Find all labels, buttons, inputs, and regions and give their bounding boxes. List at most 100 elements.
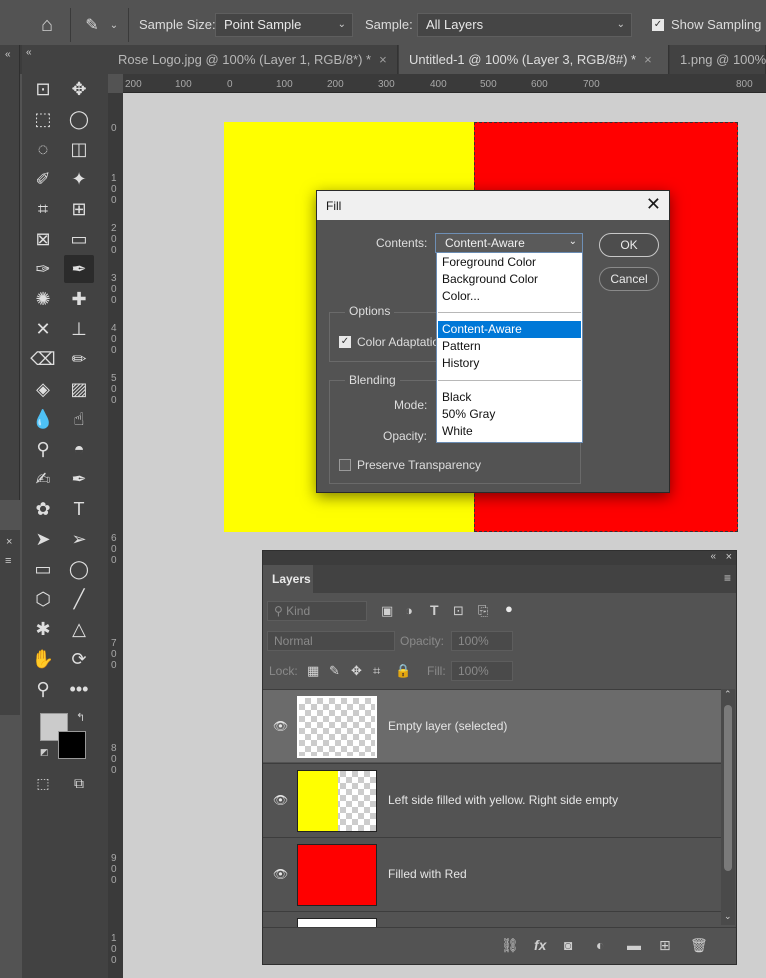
opacity-input[interactable]: 100% — [451, 631, 513, 651]
eye-icon[interactable]: 👁 — [273, 793, 288, 807]
gradient-icon[interactable]: ▨ — [64, 375, 94, 403]
option-content-aware[interactable]: Content-Aware — [438, 321, 581, 338]
quick-select-icon[interactable]: ✐ — [28, 165, 58, 193]
path-select-icon[interactable]: ➤ — [28, 525, 58, 553]
rectangle-icon[interactable]: ▭ — [28, 555, 58, 583]
ellipse-icon[interactable]: ◯ — [64, 555, 94, 583]
option-foreground-color[interactable]: Foreground Color — [438, 254, 581, 271]
object-select-icon[interactable]: ◫ — [64, 135, 94, 163]
tab-layers[interactable]: Layers — [263, 565, 313, 593]
lock-all-icon[interactable]: 🔒 — [395, 663, 411, 679]
eyedropper-icon[interactable]: ✎ — [80, 10, 104, 40]
perspective-crop-icon[interactable]: ⊞ — [64, 195, 94, 223]
paint-bucket-icon[interactable]: ◈ — [28, 375, 58, 403]
polygon-icon[interactable]: ⬡ — [28, 585, 58, 613]
triangle-icon[interactable]: △ — [64, 615, 94, 643]
folder-icon[interactable]: ▬ — [627, 937, 641, 953]
adjustment-layer-icon[interactable]: ◐ — [596, 937, 604, 953]
link-icon[interactable]: ⛓ — [501, 937, 519, 954]
collapse-icon[interactable]: « — [710, 551, 716, 562]
preserve-transparency-checkbox[interactable] — [339, 459, 351, 471]
eraser-icon[interactable]: ⌫ — [28, 345, 58, 373]
contents-select[interactable]: Content-Aware ⌄ — [435, 233, 583, 253]
eye-icon[interactable]: 👁 — [273, 719, 288, 733]
tab-rose-logo[interactable]: Rose Logo.jpg @ 100% (Layer 1, RGB/8*) *… — [108, 45, 398, 74]
bandage-icon[interactable]: ✚ — [64, 285, 94, 313]
option-color[interactable]: Color... — [438, 288, 581, 305]
adjustment-filter-icon[interactable]: ◑ — [405, 603, 413, 618]
sponge-icon[interactable]: ◓ — [64, 435, 94, 463]
chevron-down-icon[interactable]: ⌄ — [106, 10, 122, 40]
show-sampling-checkbox[interactable]: ✓ — [652, 19, 664, 31]
artboard-tool-icon[interactable]: ⊡ — [28, 75, 58, 103]
eyedropper-tool-icon[interactable]: ✒ — [64, 255, 94, 283]
chevron-down-icon[interactable]: ⌄ — [724, 911, 732, 922]
hand-icon[interactable]: ✋ — [28, 645, 58, 673]
option-background-color[interactable]: Background Color — [438, 271, 581, 288]
custom-shape-icon[interactable]: ✱ — [28, 615, 58, 643]
smudge-icon[interactable]: ☝ — [64, 405, 94, 433]
brain-icon[interactable]: ✿ — [28, 495, 58, 523]
rect-marquee-icon[interactable]: ⬚ — [28, 105, 58, 133]
eye-icon[interactable]: 👁 — [273, 867, 288, 881]
scrollbar-thumb[interactable] — [724, 705, 732, 871]
mask-icon[interactable]: ◙ — [564, 937, 572, 953]
sample-size-select[interactable]: Point Sample ⌄ — [215, 13, 353, 37]
chevron-up-icon[interactable]: ⌃ — [724, 689, 732, 700]
lock-artboard-icon[interactable]: ⌗ — [373, 663, 380, 679]
crop-icon[interactable]: ⌗ — [28, 195, 58, 223]
content-aware-move-icon[interactable]: ✕ — [28, 315, 58, 343]
option-black[interactable]: Black — [438, 389, 581, 406]
collapse-icon[interactable]: « — [26, 47, 32, 58]
close-icon[interactable]: × — [379, 52, 387, 67]
color-adaptation-checkbox[interactable]: ✓ — [339, 336, 351, 348]
lock-position-icon[interactable]: ✥ — [351, 663, 362, 679]
type-icon[interactable]: T — [64, 495, 94, 523]
swap-colors-icon[interactable]: ↰ — [76, 711, 85, 724]
brush-icon[interactable]: ✏ — [64, 345, 94, 373]
ok-button[interactable]: OK — [599, 233, 659, 257]
tab-untitled-1[interactable]: Untitled-1 @ 100% (Layer 3, RGB/8#) * × — [399, 45, 669, 74]
lock-paint-icon[interactable]: ✎ — [329, 663, 340, 679]
magic-wand-icon[interactable]: ✦ — [64, 165, 94, 193]
close-icon[interactable]: ✕ — [646, 194, 661, 215]
ellipse-marquee-icon[interactable]: ◯ — [64, 105, 94, 133]
option-history[interactable]: History — [438, 355, 581, 372]
option-pattern[interactable]: Pattern — [438, 338, 581, 355]
background-color-swatch[interactable] — [58, 731, 86, 759]
sample-select[interactable]: All Layers ⌄ — [417, 13, 632, 37]
curvature-pen-icon[interactable]: ✍ — [28, 465, 58, 493]
option-50-gray[interactable]: 50% Gray — [438, 406, 581, 423]
cancel-button[interactable]: Cancel — [599, 267, 659, 291]
image-filter-icon[interactable]: ▣ — [381, 603, 393, 619]
type-filter-icon[interactable]: T — [430, 602, 439, 618]
zoom-icon[interactable]: ⚲ — [28, 675, 58, 703]
frame-icon[interactable]: ⊠ — [28, 225, 58, 253]
menu-icon[interactable]: ≡ — [5, 555, 11, 567]
more-tools-icon[interactable]: ••• — [64, 675, 94, 703]
color-sampler-icon[interactable]: ✑ — [28, 255, 58, 283]
panel-menu-icon[interactable]: ≡ — [724, 571, 731, 585]
lasso-icon[interactable]: ◌ — [28, 135, 58, 163]
close-icon[interactable]: × — [644, 52, 652, 67]
new-layer-icon[interactable]: ⊞ — [659, 937, 671, 954]
line-icon[interactable]: ╱ — [64, 585, 94, 613]
trash-icon[interactable]: 🗑 — [690, 937, 708, 954]
home-icon[interactable]: ⌂ — [32, 10, 62, 40]
close-icon[interactable]: × — [6, 536, 12, 548]
default-colors-icon[interactable]: ◩ — [40, 747, 49, 758]
scrollbar[interactable]: ⌃ ⌄ — [721, 689, 735, 925]
option-white[interactable]: White — [438, 423, 581, 440]
stamp-icon[interactable]: ⊥ — [64, 315, 94, 343]
tab-1-png[interactable]: 1.png @ 100% — [670, 45, 766, 74]
layer-row[interactable]: 👁 Empty layer (selected) — [263, 689, 721, 762]
layer-row[interactable]: 👁 Left side filled with yellow. Right si… — [263, 763, 721, 836]
move-tool-icon[interactable]: ✥ — [64, 75, 94, 103]
filter-toggle-icon[interactable]: ● — [505, 601, 513, 616]
spot-healing-icon[interactable]: ✺ — [28, 285, 58, 313]
blend-mode-select[interactable]: Normal — [267, 631, 395, 651]
layer-row[interactable] — [263, 911, 721, 927]
blur-icon[interactable]: 💧 — [28, 405, 58, 433]
screen-mode-icon[interactable]: ⧉ — [64, 769, 94, 797]
dodge-icon[interactable]: ⚲ — [28, 435, 58, 463]
